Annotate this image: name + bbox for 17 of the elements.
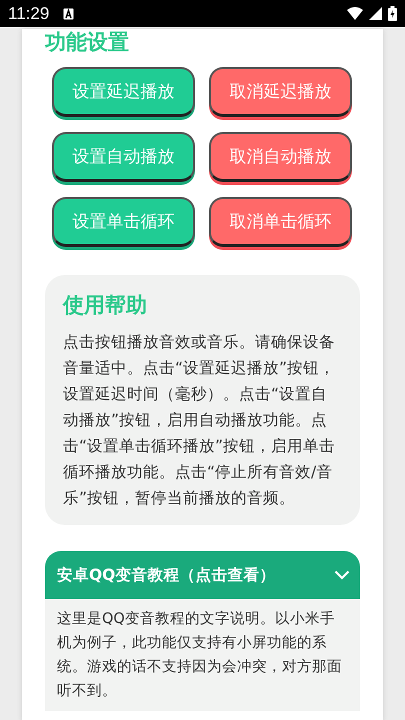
signal-icon — [369, 7, 382, 20]
status-time: 11:29 — [8, 4, 50, 24]
cancel-button[interactable]: 取消自动播放 — [209, 132, 352, 182]
cancel-button[interactable]: 取消延迟播放 — [209, 67, 352, 117]
set-button[interactable]: 设置自动播放 — [52, 132, 195, 182]
set-button[interactable]: 设置延迟播放 — [52, 67, 195, 117]
wifi-icon — [347, 7, 363, 20]
section-title: 功能设置 — [45, 29, 130, 55]
set-button[interactable]: 设置单击循环 — [52, 197, 195, 247]
tutorial-text: 这里是QQ变音教程的文字说明。以小米手机为例子，此功能仅支持有小屏功能的系统。游戏的话不支持因为会冲突，对方那面听不到。 — [57, 610, 343, 701]
accordion-header[interactable]: 安卓QQ变音教程（点击查看） — [45, 551, 360, 599]
accordion-title: 安卓QQ变音教程（点击查看） — [57, 564, 276, 586]
notification-icon — [63, 8, 74, 20]
cancel-button[interactable]: 取消单击循环 — [209, 197, 352, 247]
help-title: 使用帮助 — [63, 292, 148, 319]
help-text: 点击按钮播放音效或音乐。请确保设备音量适中。点击“设置延迟播放”按钮，设置延迟时间（毫秒）。点击“设置自动播放”按钮，启用自动播放功能。点击“设置单击循环播放”按钮，启用单击循环播放功能。点击“停止所有音效/音乐”按钮，暂停当前播放的音频。 — [63, 332, 336, 509]
battery-icon — [388, 6, 397, 21]
